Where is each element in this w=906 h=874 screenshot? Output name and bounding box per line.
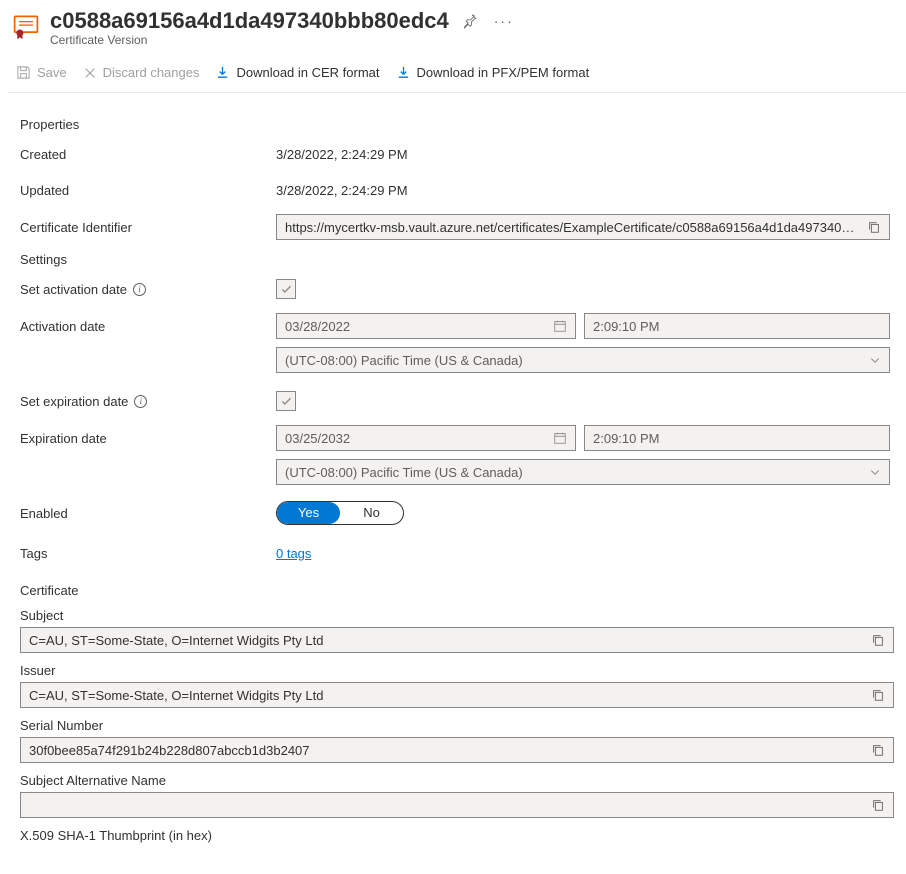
chevron-down-icon (869, 466, 881, 478)
properties-heading: Properties (20, 117, 894, 132)
set-expiration-label: Set expiration date (20, 394, 128, 409)
enabled-toggle[interactable]: Yes No (276, 501, 404, 525)
serial-value: 30f0bee85a74f291b24b228d807abccb1d3b2407 (29, 743, 865, 758)
updated-value: 3/28/2022, 2:24:29 PM (276, 183, 894, 198)
activation-time-input[interactable]: 2:09:10 PM (584, 313, 890, 339)
command-bar: Save Discard changes Download in CER for… (8, 53, 906, 93)
tags-link[interactable]: 0 tags (276, 546, 311, 561)
calendar-icon (553, 431, 567, 445)
san-field (20, 792, 894, 818)
download-pfx-button[interactable]: Download in PFX/PEM format (396, 63, 590, 82)
set-expiration-checkbox[interactable] (276, 391, 296, 411)
enabled-no[interactable]: No (340, 502, 403, 524)
issuer-value: C=AU, ST=Some-State, O=Internet Widgits … (29, 688, 865, 703)
activation-date-label: Activation date (20, 313, 276, 334)
issuer-field: C=AU, ST=Some-State, O=Internet Widgits … (20, 682, 894, 708)
x-icon (83, 66, 97, 80)
page-title: c0588a69156a4d1da497340bbb80edc4 (50, 8, 449, 34)
download-icon (396, 65, 411, 80)
copy-serial-button[interactable] (865, 741, 887, 759)
copy-san-button[interactable] (865, 796, 887, 814)
expiration-time-input[interactable]: 2:09:10 PM (584, 425, 890, 451)
save-button: Save (16, 63, 67, 82)
copy-icon (871, 743, 885, 757)
expiration-tz-select[interactable]: (UTC-08:00) Pacific Time (US & Canada) (276, 459, 890, 485)
copy-icon (871, 688, 885, 702)
discard-button: Discard changes (83, 63, 200, 82)
pin-button[interactable] (461, 12, 480, 31)
chevron-down-icon (869, 354, 881, 366)
settings-heading: Settings (20, 252, 894, 267)
download-icon (215, 65, 230, 80)
checkmark-icon (280, 395, 293, 408)
more-icon: ··· (494, 13, 514, 29)
copy-icon (867, 220, 881, 234)
subject-field: C=AU, ST=Some-State, O=Internet Widgits … (20, 627, 894, 653)
copy-icon (871, 633, 885, 647)
calendar-icon (553, 319, 567, 333)
enabled-label: Enabled (20, 506, 276, 521)
pin-icon (463, 14, 478, 29)
download-cer-button[interactable]: Download in CER format (215, 63, 379, 82)
created-label: Created (20, 147, 276, 162)
updated-label: Updated (20, 183, 276, 198)
checkmark-icon (280, 283, 293, 296)
enabled-yes[interactable]: Yes (277, 502, 340, 524)
issuer-label: Issuer (20, 663, 894, 678)
copy-identifier-button[interactable] (861, 218, 883, 236)
page-subtitle: Certificate Version (50, 33, 906, 47)
subject-label: Subject (20, 608, 894, 623)
sha1-label: X.509 SHA-1 Thumbprint (in hex) (20, 828, 894, 843)
expiration-date-input[interactable]: 03/25/2032 (276, 425, 576, 451)
copy-icon (871, 798, 885, 812)
certificate-icon (12, 12, 40, 40)
certificate-heading: Certificate (20, 583, 894, 598)
created-value: 3/28/2022, 2:24:29 PM (276, 147, 894, 162)
expiration-date-label: Expiration date (20, 425, 276, 446)
info-icon[interactable]: i (134, 395, 147, 408)
activation-date-input[interactable]: 03/28/2022 (276, 313, 576, 339)
set-activation-checkbox[interactable] (276, 279, 296, 299)
save-icon (16, 65, 31, 80)
san-label: Subject Alternative Name (20, 773, 894, 788)
activation-tz-select[interactable]: (UTC-08:00) Pacific Time (US & Canada) (276, 347, 890, 373)
page-header: c0588a69156a4d1da497340bbb80edc4 ··· Cer… (8, 8, 906, 53)
identifier-value: https://mycertkv-msb.vault.azure.net/cer… (285, 220, 861, 235)
tags-label: Tags (20, 546, 276, 561)
copy-issuer-button[interactable] (865, 686, 887, 704)
identifier-field: https://mycertkv-msb.vault.azure.net/cer… (276, 214, 890, 240)
serial-label: Serial Number (20, 718, 894, 733)
subject-value: C=AU, ST=Some-State, O=Internet Widgits … (29, 633, 865, 648)
identifier-label: Certificate Identifier (20, 220, 276, 235)
copy-subject-button[interactable] (865, 631, 887, 649)
set-activation-label: Set activation date (20, 282, 127, 297)
more-button[interactable]: ··· (492, 11, 516, 31)
serial-field: 30f0bee85a74f291b24b228d807abccb1d3b2407 (20, 737, 894, 763)
info-icon[interactable]: i (133, 283, 146, 296)
